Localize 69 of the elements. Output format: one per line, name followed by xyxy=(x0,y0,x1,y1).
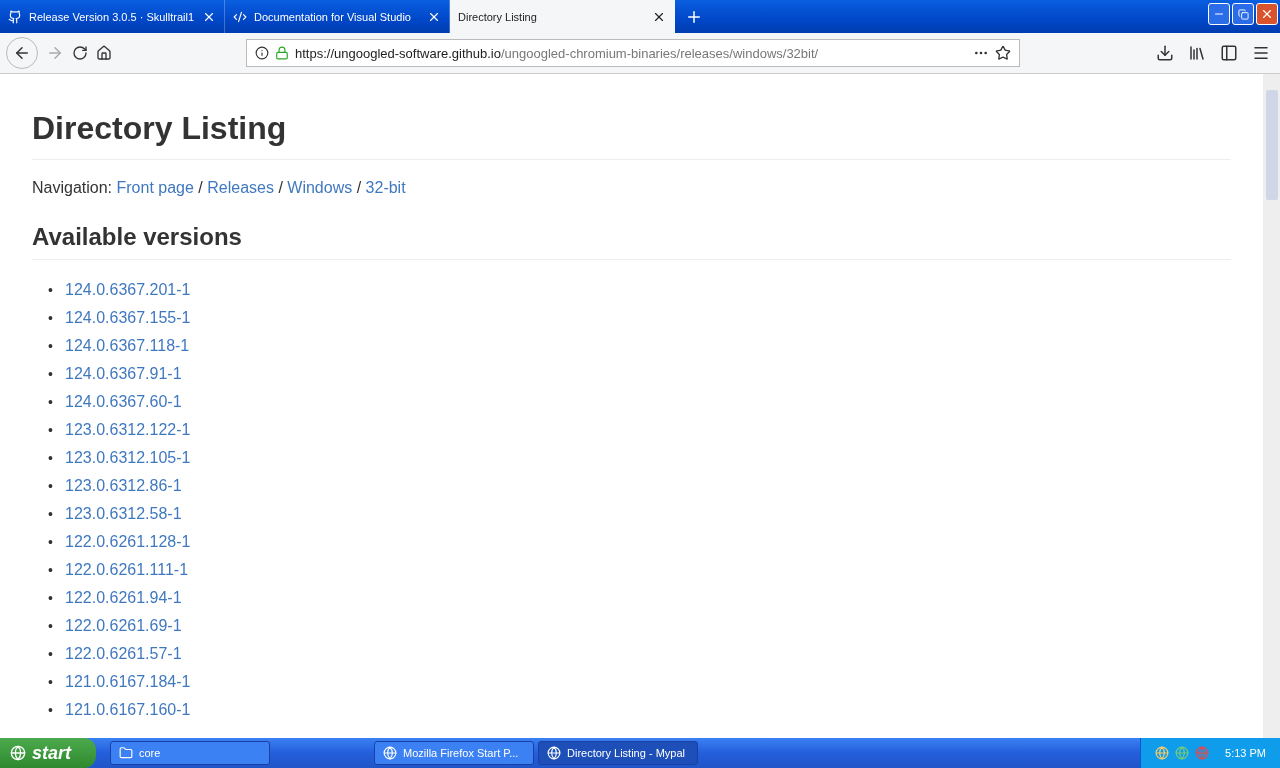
version-link[interactable]: 123.0.6312.122-1 xyxy=(65,421,191,438)
navigation-label: Navigation: xyxy=(32,179,114,196)
scrollbar[interactable] xyxy=(1263,74,1280,738)
sidebar-icon[interactable] xyxy=(1220,44,1238,62)
bullet: • xyxy=(48,281,54,300)
taskbar-button[interactable]: core xyxy=(110,741,270,765)
bullet: • xyxy=(48,701,54,720)
info-icon[interactable] xyxy=(255,46,269,60)
breadcrumb-separator: / xyxy=(355,179,363,196)
bullet: • xyxy=(48,365,54,384)
version-link[interactable]: 121.0.6167.160-1 xyxy=(65,701,191,718)
breadcrumb-separator: / xyxy=(277,179,284,196)
bullet: • xyxy=(48,337,54,356)
bullet: • xyxy=(48,309,54,328)
bullet: • xyxy=(48,645,54,664)
version-link[interactable]: 123.0.6312.86-1 xyxy=(65,477,182,494)
version-link[interactable]: 123.0.6312.58-1 xyxy=(65,505,182,522)
bullet: • xyxy=(48,449,54,468)
version-link[interactable]: 124.0.6367.118-1 xyxy=(65,337,190,354)
bullet: • xyxy=(48,533,54,552)
restore-button[interactable] xyxy=(1232,3,1254,25)
download-icon[interactable] xyxy=(1156,44,1174,62)
reload-icon[interactable] xyxy=(72,45,88,61)
breadcrumb-link[interactable]: Windows xyxy=(287,179,353,196)
version-link[interactable]: 123.0.6312.105-1 xyxy=(65,449,191,466)
github-icon xyxy=(8,9,22,24)
breadcrumb-link[interactable]: 32-bit xyxy=(365,179,406,196)
restore-icon xyxy=(1237,8,1249,20)
clock: 5:13 PM xyxy=(1225,747,1266,759)
bullet: • xyxy=(48,505,54,524)
version-link[interactable]: 124.0.6367.155-1 xyxy=(65,309,191,326)
version-link[interactable]: 124.0.6367.201-1 xyxy=(65,281,191,298)
globe-icon xyxy=(547,746,561,760)
bullet: • xyxy=(48,561,54,580)
globe-icon xyxy=(383,746,397,760)
bullet: • xyxy=(48,589,54,608)
bullet: • xyxy=(48,393,54,412)
taskbar-button[interactable]: Mozilla Firefox Start P... xyxy=(374,741,534,765)
version-link[interactable]: 122.0.6261.128-1 xyxy=(65,533,191,550)
bullet: • xyxy=(48,673,54,692)
taskbar-button[interactable]: Directory Listing - Mypal xyxy=(538,741,698,765)
version-link[interactable]: 121.0.6167.184-1 xyxy=(65,673,191,690)
version-link[interactable]: 122.0.6261.69-1 xyxy=(65,617,182,634)
folder-icon xyxy=(119,746,133,760)
address-field[interactable]: https://ungoogled-software.github.io/ungoogled-chromium-binaries/releases/windows/32bit/ xyxy=(246,39,1020,67)
page-title: Directory Listing xyxy=(32,110,1231,160)
bullet: • xyxy=(48,617,54,636)
home-icon[interactable] xyxy=(96,45,112,61)
code-icon xyxy=(233,9,247,24)
lock-icon xyxy=(275,46,289,60)
bullet: • xyxy=(48,477,54,496)
version-link[interactable]: 122.0.6261.57-1 xyxy=(65,645,182,662)
minimize-button[interactable] xyxy=(1208,3,1230,25)
version-link[interactable]: 122.0.6261.94-1 xyxy=(65,589,182,606)
version-link[interactable]: 124.0.6367.91-1 xyxy=(65,365,182,382)
menu-icon[interactable] xyxy=(1252,44,1270,62)
section-title: Available versions xyxy=(32,223,1231,260)
version-link[interactable]: 124.0.6367.60-1 xyxy=(65,393,182,410)
start-button[interactable]: start xyxy=(0,738,96,768)
close-button[interactable] xyxy=(1256,3,1278,25)
star-icon[interactable] xyxy=(995,45,1011,61)
breadcrumb-link[interactable]: Front page xyxy=(116,179,194,196)
version-link[interactable]: 122.0.6261.111-1 xyxy=(65,561,189,578)
breadcrumb-separator: / xyxy=(197,179,204,196)
bullet: • xyxy=(48,421,54,440)
library-icon[interactable] xyxy=(1188,44,1206,62)
breadcrumb-link[interactable]: Releases xyxy=(207,179,274,196)
browser-tab[interactable]: Directory Listing xyxy=(450,0,675,33)
close-icon xyxy=(1260,7,1274,21)
